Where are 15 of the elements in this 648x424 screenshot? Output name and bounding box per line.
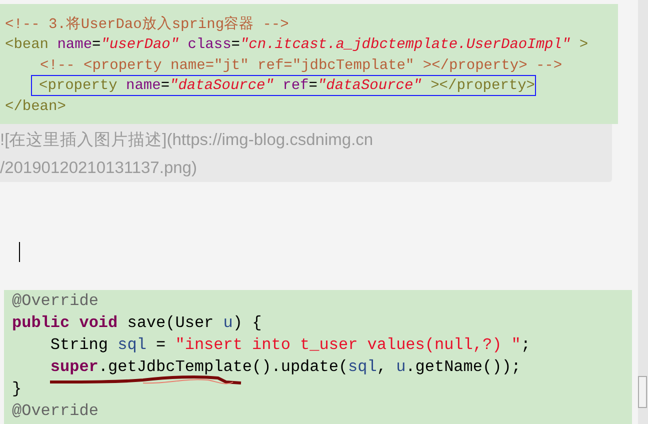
code-line: String sql = "insert into t_user values(null,?) "; <box>49 335 530 356</box>
text-cursor <box>19 242 20 262</box>
markdown-text: /20190120210131137.png) <box>0 158 197 179</box>
scrollbar[interactable] <box>638 0 648 424</box>
code-line: super.getJdbcTemplate().update(sql, u.getName()); <box>49 357 521 378</box>
code-line: <!-- 3.将UserDao放入spring容器 --> <box>4 14 290 34</box>
code-line: @Override <box>12 401 98 422</box>
markdown-text: ![在这里插入图片描述](https://img-blog.csdnimg.cn <box>0 130 374 151</box>
code-line: </bean> <box>4 98 67 116</box>
code-line: public void save(User u) { <box>12 313 262 334</box>
code-line: @Override <box>12 291 98 312</box>
scrollbar-thumb[interactable] <box>638 376 647 408</box>
code-line: <bean name="userDao" class="cn.itcast.a_jdbctemplate.UserDaoImpl" > <box>4 36 590 55</box>
code-line: } <box>12 379 22 400</box>
code-line: <!-- <property name="jt" ref="jdbcTemplate" ></property> --> <box>39 56 564 76</box>
